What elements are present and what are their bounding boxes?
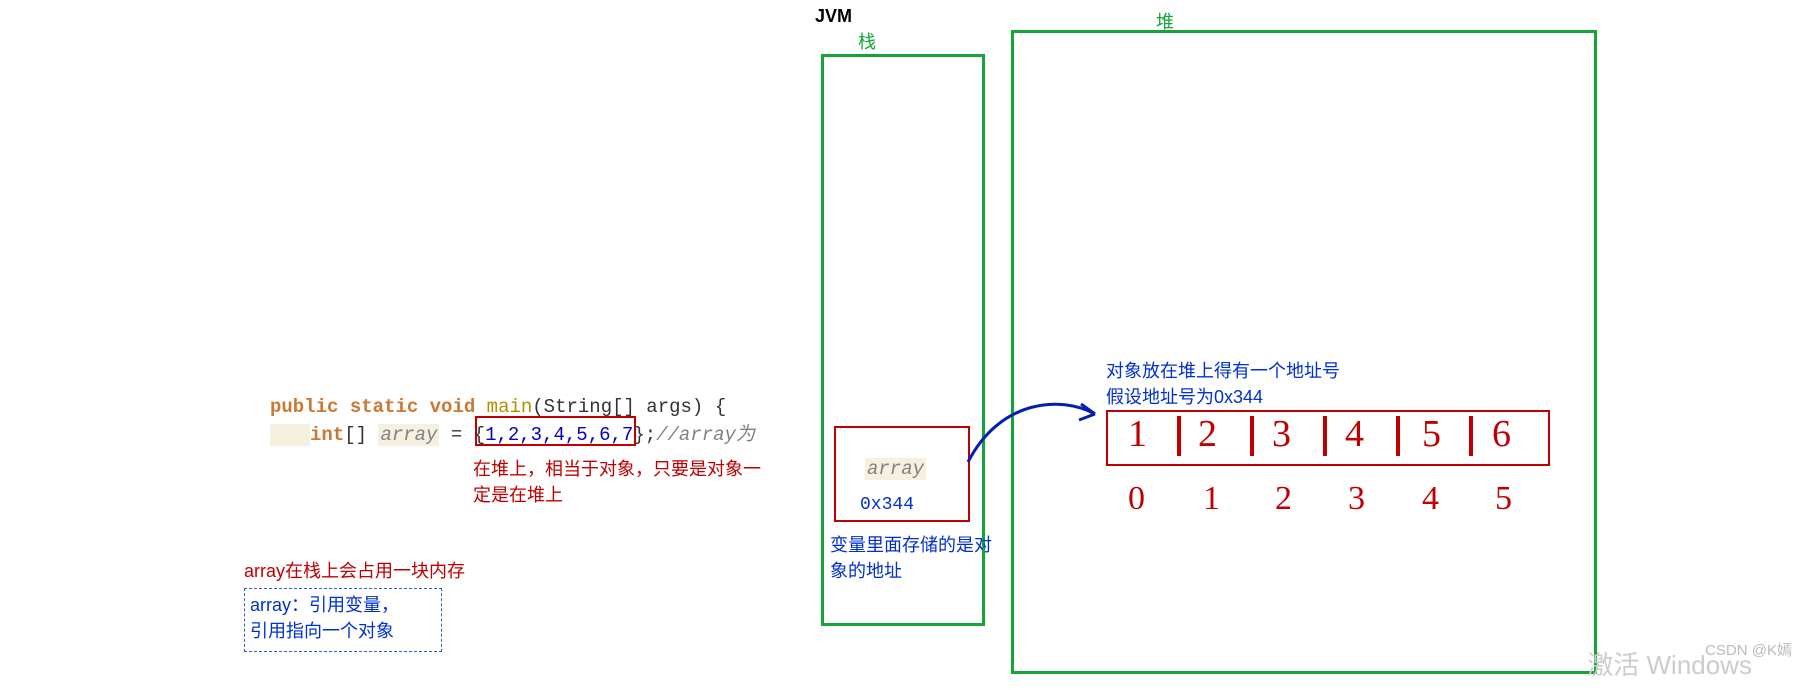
note-obj-addr-2: 假设地址号为0x344: [1106, 384, 1263, 410]
idx-4: 4: [1422, 480, 1439, 518]
pointer-arrow-icon: [960, 390, 1120, 470]
sig: (String[] args) {: [532, 396, 726, 418]
cell-3: 4: [1345, 412, 1364, 456]
literal-highlight-box: [475, 416, 636, 446]
jvm-label: JVM: [815, 6, 852, 27]
stack-label: 栈: [858, 28, 876, 54]
idx-3: 3: [1348, 480, 1365, 518]
semi: ;: [645, 424, 656, 446]
kw-public: public: [270, 396, 338, 418]
cell-0: 1: [1128, 412, 1147, 456]
idx-0: 0: [1128, 480, 1145, 518]
cell-dividers: [1106, 410, 1546, 462]
stack-var-label: array: [865, 458, 926, 480]
cell-5: 6: [1492, 412, 1511, 456]
kw-int: int: [310, 424, 344, 446]
note-stack-mem: array在栈上会占用一块内存: [244, 558, 465, 584]
idx-5: 5: [1495, 480, 1512, 518]
cell-2: 3: [1272, 412, 1291, 456]
idx-2: 2: [1275, 480, 1292, 518]
kw-void: void: [430, 396, 476, 418]
brackets: []: [344, 424, 378, 446]
note-obj-addr-1: 对象放在堆上得有一个地址号: [1106, 358, 1340, 384]
cell-1: 2: [1198, 412, 1217, 456]
note-store-addr: 变量里面存储的是对象的地址: [830, 532, 1000, 584]
note-ref-2: 引用指向一个对象: [250, 618, 394, 644]
heap-box: [1011, 30, 1597, 674]
comment: //array为: [656, 424, 755, 446]
eq: =: [439, 424, 473, 446]
var-array: array: [378, 424, 439, 446]
note-ref-1: array：引用变量，: [250, 592, 399, 618]
stack-var-addr: 0x344: [860, 492, 914, 518]
cell-4: 5: [1422, 412, 1441, 456]
stack-var-name: array: [865, 458, 926, 480]
idx-1: 1: [1203, 480, 1220, 518]
csdn-watermark: CSDN @K嫣: [1705, 639, 1792, 660]
note-heap-object: 在堆上，相当于对象，只要是对象一定是在堆上: [473, 456, 773, 508]
kw-static: static: [350, 396, 418, 418]
fn-main: main: [487, 396, 533, 418]
